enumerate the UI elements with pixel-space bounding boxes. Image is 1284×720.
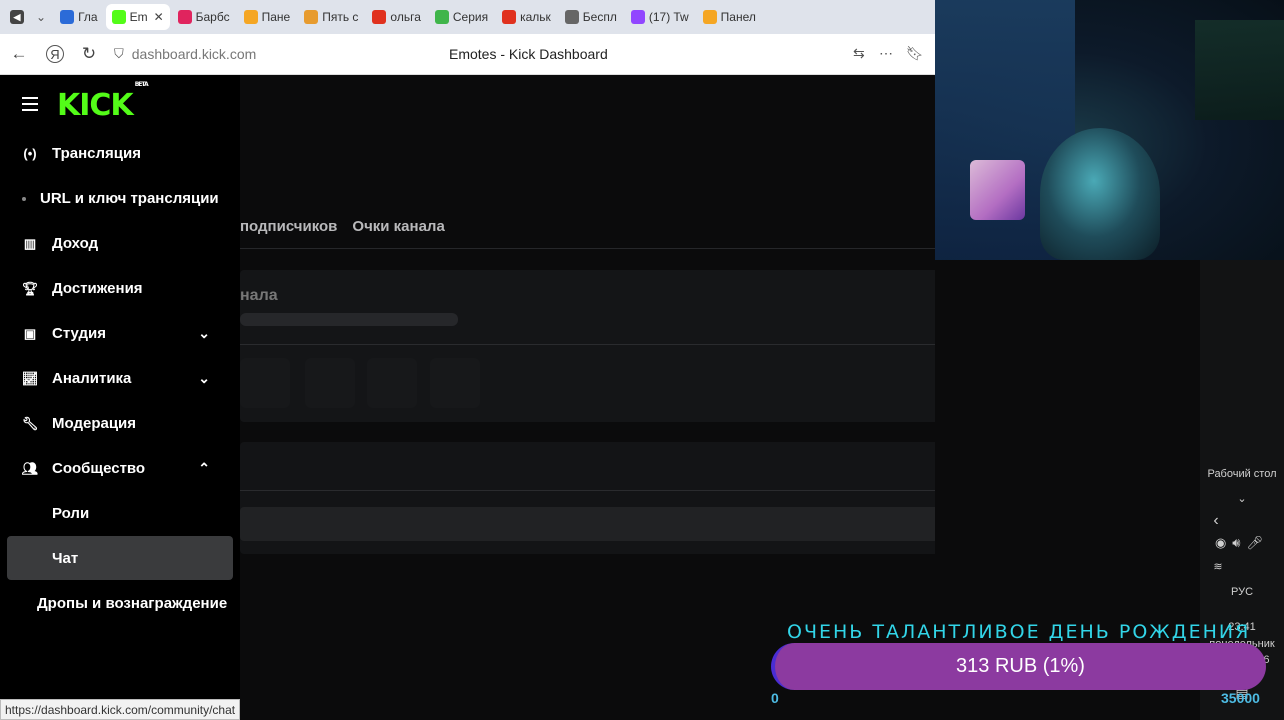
donation-goal-title: ОЧЕНЬ ТАЛАНТЛИВОЕ ДЕНЬ РОЖДЕНИЯ bbox=[787, 621, 1251, 643]
yandex-button[interactable]: Я bbox=[46, 45, 64, 63]
kick-icon bbox=[111, 10, 126, 24]
doc-icon bbox=[564, 10, 579, 24]
chart-icon: ▥ bbox=[23, 235, 37, 251]
tab-label: Пане bbox=[261, 10, 291, 24]
browser-tab[interactable]: Барбс bbox=[172, 4, 236, 30]
bookmark-icon[interactable]: 🔖︎ bbox=[906, 45, 924, 62]
sidebar-item-analytics[interactable]: 📈︎ Аналитика ⌄ bbox=[22, 370, 232, 387]
wrench-icon: 🔧︎ bbox=[21, 415, 39, 431]
sidebar-item-moderation[interactable]: 🔧︎ Модерация bbox=[22, 415, 136, 432]
browser-tab[interactable]: кальк bbox=[496, 4, 557, 30]
broadcast-icon: (•) bbox=[23, 146, 37, 161]
d-icon bbox=[243, 10, 258, 24]
sidebar-item-achievements[interactable]: 🏆︎ Достижения bbox=[22, 280, 143, 297]
dashboard-tabs: подписчиков Очки канала bbox=[240, 218, 445, 235]
sidebar: KICKBETA (•) Трансляция URL и ключ трансл… bbox=[0, 75, 240, 720]
tab-label: Гла bbox=[78, 10, 98, 24]
tab-label: кальк bbox=[520, 10, 551, 24]
tab-label: Барбс bbox=[195, 10, 230, 24]
browser-tab[interactable]: Панел bbox=[697, 4, 762, 30]
video-icon bbox=[177, 10, 192, 24]
browser-tab[interactable]: Серия bbox=[429, 4, 494, 30]
tab-label: Беспл bbox=[582, 10, 617, 24]
sidebar-item-drops[interactable]: Дропы и вознаграждение bbox=[37, 595, 227, 612]
browser-tab[interactable]: ольга bbox=[366, 4, 426, 30]
community-icon: 👥︎ bbox=[21, 460, 39, 476]
chevron-left-icon[interactable]: ‹ bbox=[1174, 512, 1258, 530]
browser-tab[interactable]: Гла bbox=[54, 4, 104, 30]
language-indicator[interactable]: РУС bbox=[1200, 586, 1284, 598]
tab-label: Пять с bbox=[322, 10, 359, 24]
reload-button[interactable]: ↻ bbox=[74, 39, 104, 69]
tab-label: (17) Tw bbox=[648, 10, 689, 24]
kick-logo[interactable]: KICKBETA bbox=[57, 81, 149, 123]
expand-icon[interactable]: ⌄ bbox=[1200, 492, 1284, 505]
sidebar-item-community[interactable]: 👥︎ Сообщество ⌃ bbox=[22, 460, 232, 477]
tab-label: Em bbox=[129, 10, 148, 24]
browser-tab[interactable]: Em ✕ bbox=[105, 4, 170, 30]
yandex-icon bbox=[372, 10, 387, 24]
trophy-icon: 🏆︎ bbox=[21, 280, 39, 296]
emote-slot[interactable] bbox=[367, 358, 417, 408]
wifi-icon[interactable]: ≋ bbox=[1176, 560, 1260, 573]
close-icon[interactable]: ✕ bbox=[154, 10, 164, 24]
donation-amount: 313 RUB (1%) bbox=[956, 655, 1085, 677]
status-url: https://dashboard.kick.com/community/cha… bbox=[0, 699, 241, 720]
hd-icon bbox=[434, 10, 449, 24]
divider bbox=[240, 248, 935, 249]
emote-slot[interactable] bbox=[305, 358, 355, 408]
sidebar-item-studio[interactable]: ▣ Студия ⌄ bbox=[22, 325, 232, 342]
tab-label: ольга bbox=[390, 10, 421, 24]
page-title: Emotes - Kick Dashboard bbox=[449, 46, 608, 62]
browser-tab[interactable]: Пане bbox=[238, 4, 297, 30]
browser-tab[interactable]: Пять с bbox=[298, 4, 364, 30]
active-item-highlight bbox=[7, 536, 233, 580]
browser-tab[interactable]: (17) Tw bbox=[625, 4, 695, 30]
translate-icon[interactable]: ⇆ bbox=[853, 45, 865, 62]
tray-icons[interactable]: ◉🔊︎🎤︎ bbox=[1200, 535, 1284, 551]
secure-icon: ⛉ bbox=[114, 46, 124, 61]
chevron-down-icon: ⌄ bbox=[198, 370, 210, 386]
speaker-icon: ◀ bbox=[10, 10, 24, 24]
play-icon bbox=[60, 10, 75, 24]
goal-min: 0 bbox=[771, 690, 779, 706]
tab-audio-control[interactable]: ◀ ⌄ bbox=[4, 4, 52, 30]
more-icon[interactable]: ⋯ bbox=[879, 45, 893, 62]
url-field[interactable]: dashboard.kick.com bbox=[132, 46, 257, 62]
sidebar-item-stream-key[interactable]: URL и ключ трансляции bbox=[22, 190, 219, 207]
chevron-down-icon[interactable]: ⌄ bbox=[36, 10, 46, 24]
tab-label: Серия bbox=[452, 10, 489, 24]
tab-label: Панел bbox=[720, 10, 756, 24]
skeleton-bar bbox=[240, 313, 458, 326]
bullet-icon bbox=[22, 196, 26, 201]
sidebar-item-roles[interactable]: Роли bbox=[52, 505, 89, 522]
analytics-icon: 📈︎ bbox=[21, 370, 39, 386]
yandex-icon bbox=[502, 10, 517, 24]
donation-progress-bar: 313 RUB (1%) bbox=[771, 643, 1266, 690]
webcam-feed bbox=[935, 0, 1284, 260]
goal-max: 35000 bbox=[1221, 690, 1260, 706]
browser-tab-bar: ◀ ⌄ Гла Em ✕ Барбс Пане Пять с ольга Серия кальк… bbox=[0, 0, 935, 34]
emote-slot[interactable] bbox=[430, 358, 480, 408]
twitch-icon bbox=[630, 10, 645, 24]
page-icon bbox=[304, 10, 319, 24]
browser-tab[interactable]: Беспл bbox=[559, 4, 623, 30]
menu-icon[interactable] bbox=[22, 97, 38, 115]
chevron-up-icon: ⌃ bbox=[198, 460, 210, 476]
sidebar-item-chat[interactable]: Чат bbox=[52, 550, 78, 567]
tab-channel-points[interactable]: Очки канала bbox=[352, 218, 444, 235]
desktop-label[interactable]: Рабочий стол bbox=[1200, 468, 1284, 480]
back-button[interactable]: ← bbox=[4, 39, 34, 69]
sidebar-item-broadcast[interactable]: (•) Трансляция bbox=[22, 145, 141, 162]
d-icon bbox=[702, 10, 717, 24]
emote-slot[interactable] bbox=[240, 358, 290, 408]
card-title: нала bbox=[240, 287, 278, 304]
chevron-down-icon: ⌄ bbox=[198, 325, 210, 341]
studio-icon: ▣ bbox=[23, 325, 37, 341]
tab-subscribers[interactable]: подписчиков bbox=[240, 218, 337, 235]
sidebar-item-revenue[interactable]: ▥ Доход bbox=[22, 235, 98, 252]
